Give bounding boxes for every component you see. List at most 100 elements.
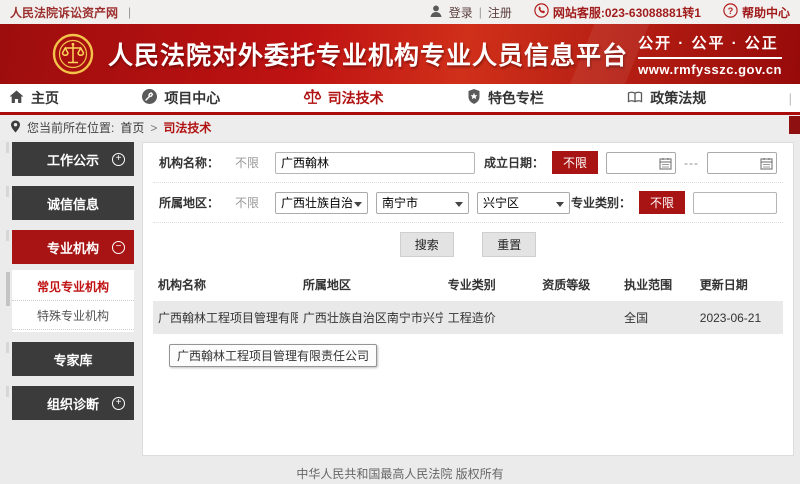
customer-service-text: 网站客服:023-63088881转1: [553, 4, 701, 21]
table-row: 广西翰林工程项目管理有限责任... 广西壮族自治区南宁市兴宁区 工程造价 全国 …: [153, 301, 783, 334]
breadcrumb-current[interactable]: 司法技术: [163, 119, 211, 136]
date-range-separator: ---: [684, 156, 699, 170]
filter-row-2: 所属地区： 不限 广西壮族自治 南宁市 兴宁区 专业类别： 不限: [153, 183, 783, 223]
nav-label: 司法技术: [328, 88, 384, 108]
col-header-updated: 更新日期: [695, 268, 783, 301]
svg-text:?: ?: [728, 6, 734, 16]
category-label: 专业类别：: [571, 194, 631, 211]
region-label: 所属地区：: [159, 194, 219, 211]
sidebar-item-label: 工作公示: [47, 150, 99, 169]
region-any[interactable]: 不限: [235, 194, 259, 211]
utility-separator: |: [128, 5, 131, 19]
site-title: 人民法院对外委托专业机构专业人员信息平台: [108, 36, 628, 72]
nav-label: 政策法规: [650, 88, 706, 108]
collapse-icon[interactable]: −: [112, 241, 125, 254]
badge-star-icon: [466, 88, 482, 108]
sidebar: 工作公示 + 诚信信息 专业机构 − 常见专业机构 特殊专业机构 专家库 组织诊…: [6, 142, 134, 456]
breadcrumb-home-link[interactable]: 首页: [120, 119, 144, 136]
sidebar-item-label: 组织诊断: [47, 394, 99, 413]
table-header-row: 机构名称 所属地区 专业类别 资质等级 执业范围 更新日期: [153, 268, 783, 301]
sidebar-item-expert-library[interactable]: 专家库: [12, 342, 134, 376]
expand-icon[interactable]: +: [112, 397, 125, 410]
help-center-link[interactable]: 帮助中心: [742, 4, 790, 21]
nav-item-featured-column[interactable]: 特色专栏: [466, 88, 544, 108]
breadcrumb-separator: >: [150, 121, 157, 135]
sidebar-item-label: 诚信信息: [47, 194, 99, 213]
filter-row-1: 机构名称： 不限 成立日期： 不限 ---: [153, 143, 783, 183]
user-icon: [429, 4, 443, 21]
cell-category: 工程造价: [443, 301, 538, 334]
sidebar-submenu: 常见专业机构 特殊专业机构: [12, 270, 134, 332]
col-header-org-name: 机构名称: [153, 268, 298, 301]
nav-trailing-separator: |: [789, 91, 792, 106]
founded-date-label: 成立日期：: [484, 154, 544, 171]
org-name-tooltip: 广西翰林工程项目管理有限责任公司: [169, 344, 377, 367]
province-select[interactable]: 广西壮族自治: [275, 192, 368, 214]
calendar-icon: [659, 157, 672, 170]
utility-bar: 人民法院诉讼资产网 | 登录 | 注册 网站客服:023-63088881转1 …: [0, 0, 800, 24]
site-slogan: 公开 · 公平 · 公正: [638, 32, 782, 59]
scales-icon: [303, 88, 322, 109]
results-table: 机构名称 所属地区 专业类别 资质等级 执业范围 更新日期 广西翰林工程项目管理…: [153, 268, 783, 334]
search-button[interactable]: 搜索: [400, 232, 454, 257]
sidebar-item-professional-orgs[interactable]: 专业机构 −: [12, 230, 134, 264]
content-panel: 机构名称： 不限 成立日期： 不限 --- 所属地区： 不限 广西: [142, 142, 794, 456]
org-name-any[interactable]: 不限: [235, 154, 259, 171]
action-buttons-row: 搜索 重置: [153, 223, 783, 266]
col-header-region: 所属地区: [298, 268, 443, 301]
date-start-input[interactable]: [606, 152, 676, 174]
calendar-icon: [760, 157, 773, 170]
footer-copyright: 中华人民共和国最高人民法院 版权所有: [0, 456, 800, 484]
submenu-item-special-orgs[interactable]: 特殊专业机构: [12, 301, 134, 330]
reset-button[interactable]: 重置: [482, 232, 536, 257]
login-link[interactable]: 登录: [449, 4, 473, 21]
nav-item-home[interactable]: 主页: [8, 88, 59, 108]
city-select[interactable]: 南宁市: [376, 192, 469, 214]
court-emblem-icon: [52, 33, 94, 75]
main-nav: 主页 项目中心 司法技术 特色专栏 政策法规 |: [0, 84, 800, 115]
breadcrumb: 您当前所在位置: 首页 > 司法技术: [0, 115, 800, 140]
col-header-scope: 执业范围: [619, 268, 695, 301]
nav-label: 主页: [31, 88, 59, 108]
login-register-divider: |: [479, 5, 482, 19]
org-name-input[interactable]: [275, 152, 475, 174]
location-pin-icon: [10, 120, 21, 136]
site-url: www.rmfysszc.gov.cn: [638, 59, 782, 77]
district-select[interactable]: 兴宁区: [477, 192, 570, 214]
col-header-grade: 资质等级: [537, 268, 619, 301]
nav-label: 项目中心: [164, 88, 220, 108]
expand-icon[interactable]: +: [112, 153, 125, 166]
phone-icon: [534, 3, 549, 21]
submenu-item-common-orgs[interactable]: 常见专业机构: [12, 272, 134, 301]
sidebar-item-work-publicity[interactable]: 工作公示 +: [12, 142, 134, 176]
category-any-button[interactable]: 不限: [639, 191, 685, 214]
founded-date-any-button[interactable]: 不限: [552, 151, 598, 174]
sidebar-item-org-diagnosis[interactable]: 组织诊断 +: [12, 386, 134, 420]
nav-item-judicial-tech[interactable]: 司法技术: [303, 88, 384, 109]
breadcrumb-prefix: 您当前所在位置:: [27, 119, 114, 136]
sidebar-item-label: 专业机构: [47, 238, 99, 257]
nav-item-policies[interactable]: 政策法规: [626, 88, 706, 108]
cell-scope: 全国: [619, 301, 695, 334]
category-input[interactable]: [693, 192, 777, 214]
main-area: 工作公示 + 诚信信息 专业机构 − 常见专业机构 特殊专业机构 专家库 组织诊…: [0, 140, 800, 456]
nav-item-project-center[interactable]: 项目中心: [141, 88, 220, 108]
home-icon: [8, 89, 25, 108]
site-banner: 人民法院对外委托专业机构专业人员信息平台 公开 · 公平 · 公正 www.rm…: [0, 24, 800, 84]
date-end-input[interactable]: [707, 152, 777, 174]
project-center-icon: [141, 88, 158, 108]
help-icon: ?: [723, 3, 738, 21]
cell-updated: 2023-06-21: [695, 301, 783, 334]
book-icon: [626, 89, 644, 108]
register-link[interactable]: 注册: [488, 4, 512, 21]
nav-label: 特色专栏: [488, 88, 544, 108]
org-name-link[interactable]: 广西翰林工程项目管理有限责任...: [153, 301, 298, 334]
site-home-link[interactable]: 人民法院诉讼资产网: [10, 4, 118, 21]
cell-grade: [537, 301, 619, 334]
col-header-category: 专业类别: [443, 268, 538, 301]
sidebar-item-integrity-info[interactable]: 诚信信息: [12, 186, 134, 220]
sidebar-item-label: 专家库: [53, 350, 92, 369]
org-name-label: 机构名称：: [159, 154, 219, 171]
edge-scroll-widget[interactable]: [789, 116, 800, 134]
cell-region: 广西壮族自治区南宁市兴宁区: [298, 301, 443, 334]
